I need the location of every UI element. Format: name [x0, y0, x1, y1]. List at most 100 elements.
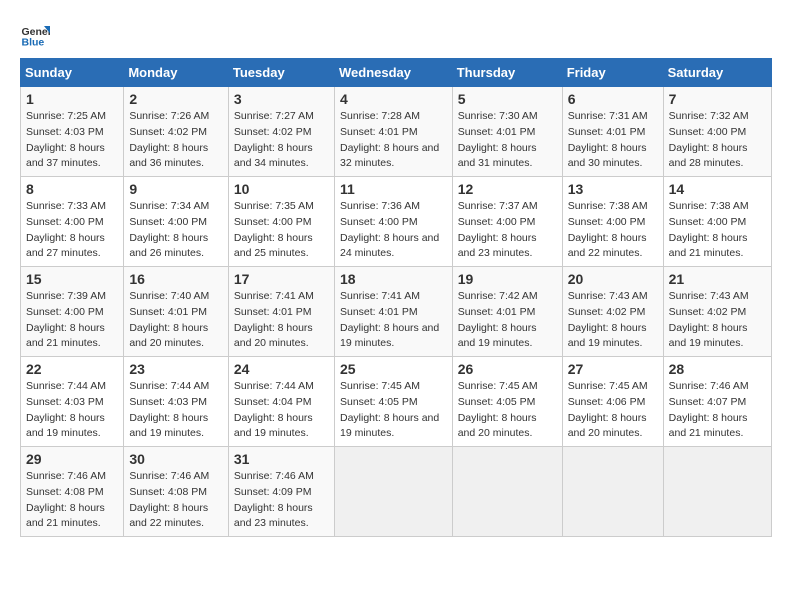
day-number: 20 — [568, 271, 658, 287]
day-number: 6 — [568, 91, 658, 107]
day-number: 12 — [458, 181, 557, 197]
day-info: Sunrise: 7:35 AM Sunset: 4:00 PM Dayligh… — [234, 199, 329, 262]
day-number: 2 — [129, 91, 223, 107]
day-number: 9 — [129, 181, 223, 197]
day-cell: 27 Sunrise: 7:45 AM Sunset: 4:06 PM Dayl… — [562, 357, 663, 447]
day-cell: 20 Sunrise: 7:43 AM Sunset: 4:02 PM Dayl… — [562, 267, 663, 357]
day-cell: 10 Sunrise: 7:35 AM Sunset: 4:00 PM Dayl… — [228, 177, 334, 267]
day-cell: 15 Sunrise: 7:39 AM Sunset: 4:00 PM Dayl… — [21, 267, 124, 357]
day-cell: 29 Sunrise: 7:46 AM Sunset: 4:08 PM Dayl… — [21, 447, 124, 537]
week-row-5: 29 Sunrise: 7:46 AM Sunset: 4:08 PM Dayl… — [21, 447, 772, 537]
day-number: 21 — [669, 271, 766, 287]
day-number: 30 — [129, 451, 223, 467]
day-cell: 18 Sunrise: 7:41 AM Sunset: 4:01 PM Dayl… — [334, 267, 452, 357]
calendar-table: SundayMondayTuesdayWednesdayThursdayFrid… — [20, 58, 772, 537]
day-number: 3 — [234, 91, 329, 107]
day-info: Sunrise: 7:46 AM Sunset: 4:08 PM Dayligh… — [26, 469, 118, 532]
day-number: 14 — [669, 181, 766, 197]
day-cell: 16 Sunrise: 7:40 AM Sunset: 4:01 PM Dayl… — [124, 267, 229, 357]
day-number: 24 — [234, 361, 329, 377]
day-cell: 23 Sunrise: 7:44 AM Sunset: 4:03 PM Dayl… — [124, 357, 229, 447]
day-info: Sunrise: 7:27 AM Sunset: 4:02 PM Dayligh… — [234, 109, 329, 172]
day-number: 1 — [26, 91, 118, 107]
day-info: Sunrise: 7:38 AM Sunset: 4:00 PM Dayligh… — [568, 199, 658, 262]
col-header-saturday: Saturday — [663, 59, 771, 87]
day-cell: 5 Sunrise: 7:30 AM Sunset: 4:01 PM Dayli… — [452, 87, 562, 177]
day-info: Sunrise: 7:45 AM Sunset: 4:06 PM Dayligh… — [568, 379, 658, 442]
day-cell: 6 Sunrise: 7:31 AM Sunset: 4:01 PM Dayli… — [562, 87, 663, 177]
day-number: 10 — [234, 181, 329, 197]
day-info: Sunrise: 7:26 AM Sunset: 4:02 PM Dayligh… — [129, 109, 223, 172]
day-cell: 3 Sunrise: 7:27 AM Sunset: 4:02 PM Dayli… — [228, 87, 334, 177]
page-header: General Blue — [20, 20, 772, 50]
day-cell — [663, 447, 771, 537]
week-row-3: 15 Sunrise: 7:39 AM Sunset: 4:00 PM Dayl… — [21, 267, 772, 357]
day-info: Sunrise: 7:45 AM Sunset: 4:05 PM Dayligh… — [340, 379, 447, 442]
day-info: Sunrise: 7:40 AM Sunset: 4:01 PM Dayligh… — [129, 289, 223, 352]
day-number: 13 — [568, 181, 658, 197]
day-number: 11 — [340, 181, 447, 197]
week-row-1: 1 Sunrise: 7:25 AM Sunset: 4:03 PM Dayli… — [21, 87, 772, 177]
header-row: SundayMondayTuesdayWednesdayThursdayFrid… — [21, 59, 772, 87]
day-cell: 1 Sunrise: 7:25 AM Sunset: 4:03 PM Dayli… — [21, 87, 124, 177]
day-cell: 8 Sunrise: 7:33 AM Sunset: 4:00 PM Dayli… — [21, 177, 124, 267]
day-number: 26 — [458, 361, 557, 377]
day-info: Sunrise: 7:41 AM Sunset: 4:01 PM Dayligh… — [340, 289, 447, 352]
day-info: Sunrise: 7:33 AM Sunset: 4:00 PM Dayligh… — [26, 199, 118, 262]
col-header-tuesday: Tuesday — [228, 59, 334, 87]
day-number: 7 — [669, 91, 766, 107]
day-cell: 22 Sunrise: 7:44 AM Sunset: 4:03 PM Dayl… — [21, 357, 124, 447]
day-info: Sunrise: 7:43 AM Sunset: 4:02 PM Dayligh… — [669, 289, 766, 352]
day-cell: 14 Sunrise: 7:38 AM Sunset: 4:00 PM Dayl… — [663, 177, 771, 267]
day-info: Sunrise: 7:42 AM Sunset: 4:01 PM Dayligh… — [458, 289, 557, 352]
day-cell: 31 Sunrise: 7:46 AM Sunset: 4:09 PM Dayl… — [228, 447, 334, 537]
logo: General Blue — [20, 20, 54, 50]
day-number: 15 — [26, 271, 118, 287]
week-row-2: 8 Sunrise: 7:33 AM Sunset: 4:00 PM Dayli… — [21, 177, 772, 267]
day-number: 19 — [458, 271, 557, 287]
day-cell: 11 Sunrise: 7:36 AM Sunset: 4:00 PM Dayl… — [334, 177, 452, 267]
day-number: 22 — [26, 361, 118, 377]
day-number: 18 — [340, 271, 447, 287]
week-row-4: 22 Sunrise: 7:44 AM Sunset: 4:03 PM Dayl… — [21, 357, 772, 447]
col-header-sunday: Sunday — [21, 59, 124, 87]
day-cell: 28 Sunrise: 7:46 AM Sunset: 4:07 PM Dayl… — [663, 357, 771, 447]
day-info: Sunrise: 7:31 AM Sunset: 4:01 PM Dayligh… — [568, 109, 658, 172]
day-info: Sunrise: 7:43 AM Sunset: 4:02 PM Dayligh… — [568, 289, 658, 352]
day-info: Sunrise: 7:41 AM Sunset: 4:01 PM Dayligh… — [234, 289, 329, 352]
day-info: Sunrise: 7:45 AM Sunset: 4:05 PM Dayligh… — [458, 379, 557, 442]
day-cell: 12 Sunrise: 7:37 AM Sunset: 4:00 PM Dayl… — [452, 177, 562, 267]
day-cell — [334, 447, 452, 537]
day-info: Sunrise: 7:44 AM Sunset: 4:04 PM Dayligh… — [234, 379, 329, 442]
col-header-thursday: Thursday — [452, 59, 562, 87]
day-cell: 13 Sunrise: 7:38 AM Sunset: 4:00 PM Dayl… — [562, 177, 663, 267]
day-cell: 25 Sunrise: 7:45 AM Sunset: 4:05 PM Dayl… — [334, 357, 452, 447]
day-cell — [452, 447, 562, 537]
day-cell: 19 Sunrise: 7:42 AM Sunset: 4:01 PM Dayl… — [452, 267, 562, 357]
day-number: 27 — [568, 361, 658, 377]
day-number: 23 — [129, 361, 223, 377]
day-number: 8 — [26, 181, 118, 197]
day-info: Sunrise: 7:38 AM Sunset: 4:00 PM Dayligh… — [669, 199, 766, 262]
day-number: 5 — [458, 91, 557, 107]
day-info: Sunrise: 7:44 AM Sunset: 4:03 PM Dayligh… — [129, 379, 223, 442]
day-info: Sunrise: 7:46 AM Sunset: 4:09 PM Dayligh… — [234, 469, 329, 532]
col-header-friday: Friday — [562, 59, 663, 87]
day-info: Sunrise: 7:25 AM Sunset: 4:03 PM Dayligh… — [26, 109, 118, 172]
day-number: 16 — [129, 271, 223, 287]
day-cell: 26 Sunrise: 7:45 AM Sunset: 4:05 PM Dayl… — [452, 357, 562, 447]
day-info: Sunrise: 7:46 AM Sunset: 4:08 PM Dayligh… — [129, 469, 223, 532]
day-cell: 7 Sunrise: 7:32 AM Sunset: 4:00 PM Dayli… — [663, 87, 771, 177]
col-header-monday: Monday — [124, 59, 229, 87]
day-cell: 4 Sunrise: 7:28 AM Sunset: 4:01 PM Dayli… — [334, 87, 452, 177]
day-info: Sunrise: 7:37 AM Sunset: 4:00 PM Dayligh… — [458, 199, 557, 262]
day-info: Sunrise: 7:46 AM Sunset: 4:07 PM Dayligh… — [669, 379, 766, 442]
logo-icon: General Blue — [20, 20, 50, 50]
day-cell — [562, 447, 663, 537]
day-number: 25 — [340, 361, 447, 377]
svg-text:Blue: Blue — [22, 37, 45, 49]
day-info: Sunrise: 7:30 AM Sunset: 4:01 PM Dayligh… — [458, 109, 557, 172]
day-info: Sunrise: 7:32 AM Sunset: 4:00 PM Dayligh… — [669, 109, 766, 172]
day-info: Sunrise: 7:44 AM Sunset: 4:03 PM Dayligh… — [26, 379, 118, 442]
day-cell: 24 Sunrise: 7:44 AM Sunset: 4:04 PM Dayl… — [228, 357, 334, 447]
